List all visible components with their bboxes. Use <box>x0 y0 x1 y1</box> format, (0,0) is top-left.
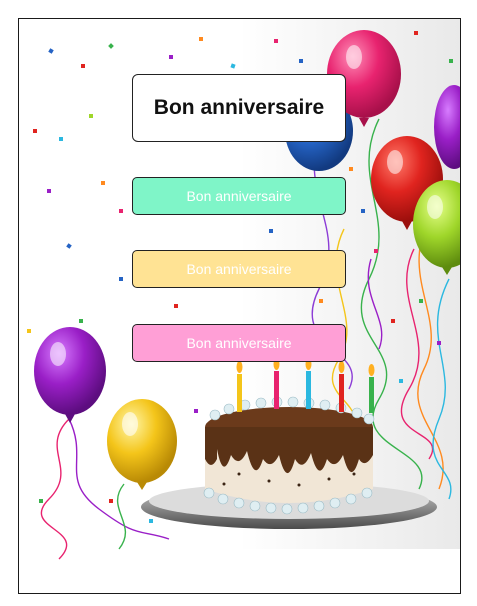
wish-button-green[interactable]: Bon anniversaire <box>132 177 346 215</box>
wish-button-label: Bon anniversaire <box>186 261 292 277</box>
birthday-card: Bon anniversaire Bon anniversaire Bon an… <box>18 18 461 594</box>
wish-button-label: Bon anniversaire <box>186 188 292 204</box>
wish-button-label: Bon anniversaire <box>186 335 292 351</box>
wish-button-pink[interactable]: Bon anniversaire <box>132 324 346 362</box>
wish-button-yellow[interactable]: Bon anniversaire <box>132 250 346 288</box>
card-title: Bon anniversaire <box>132 74 346 142</box>
